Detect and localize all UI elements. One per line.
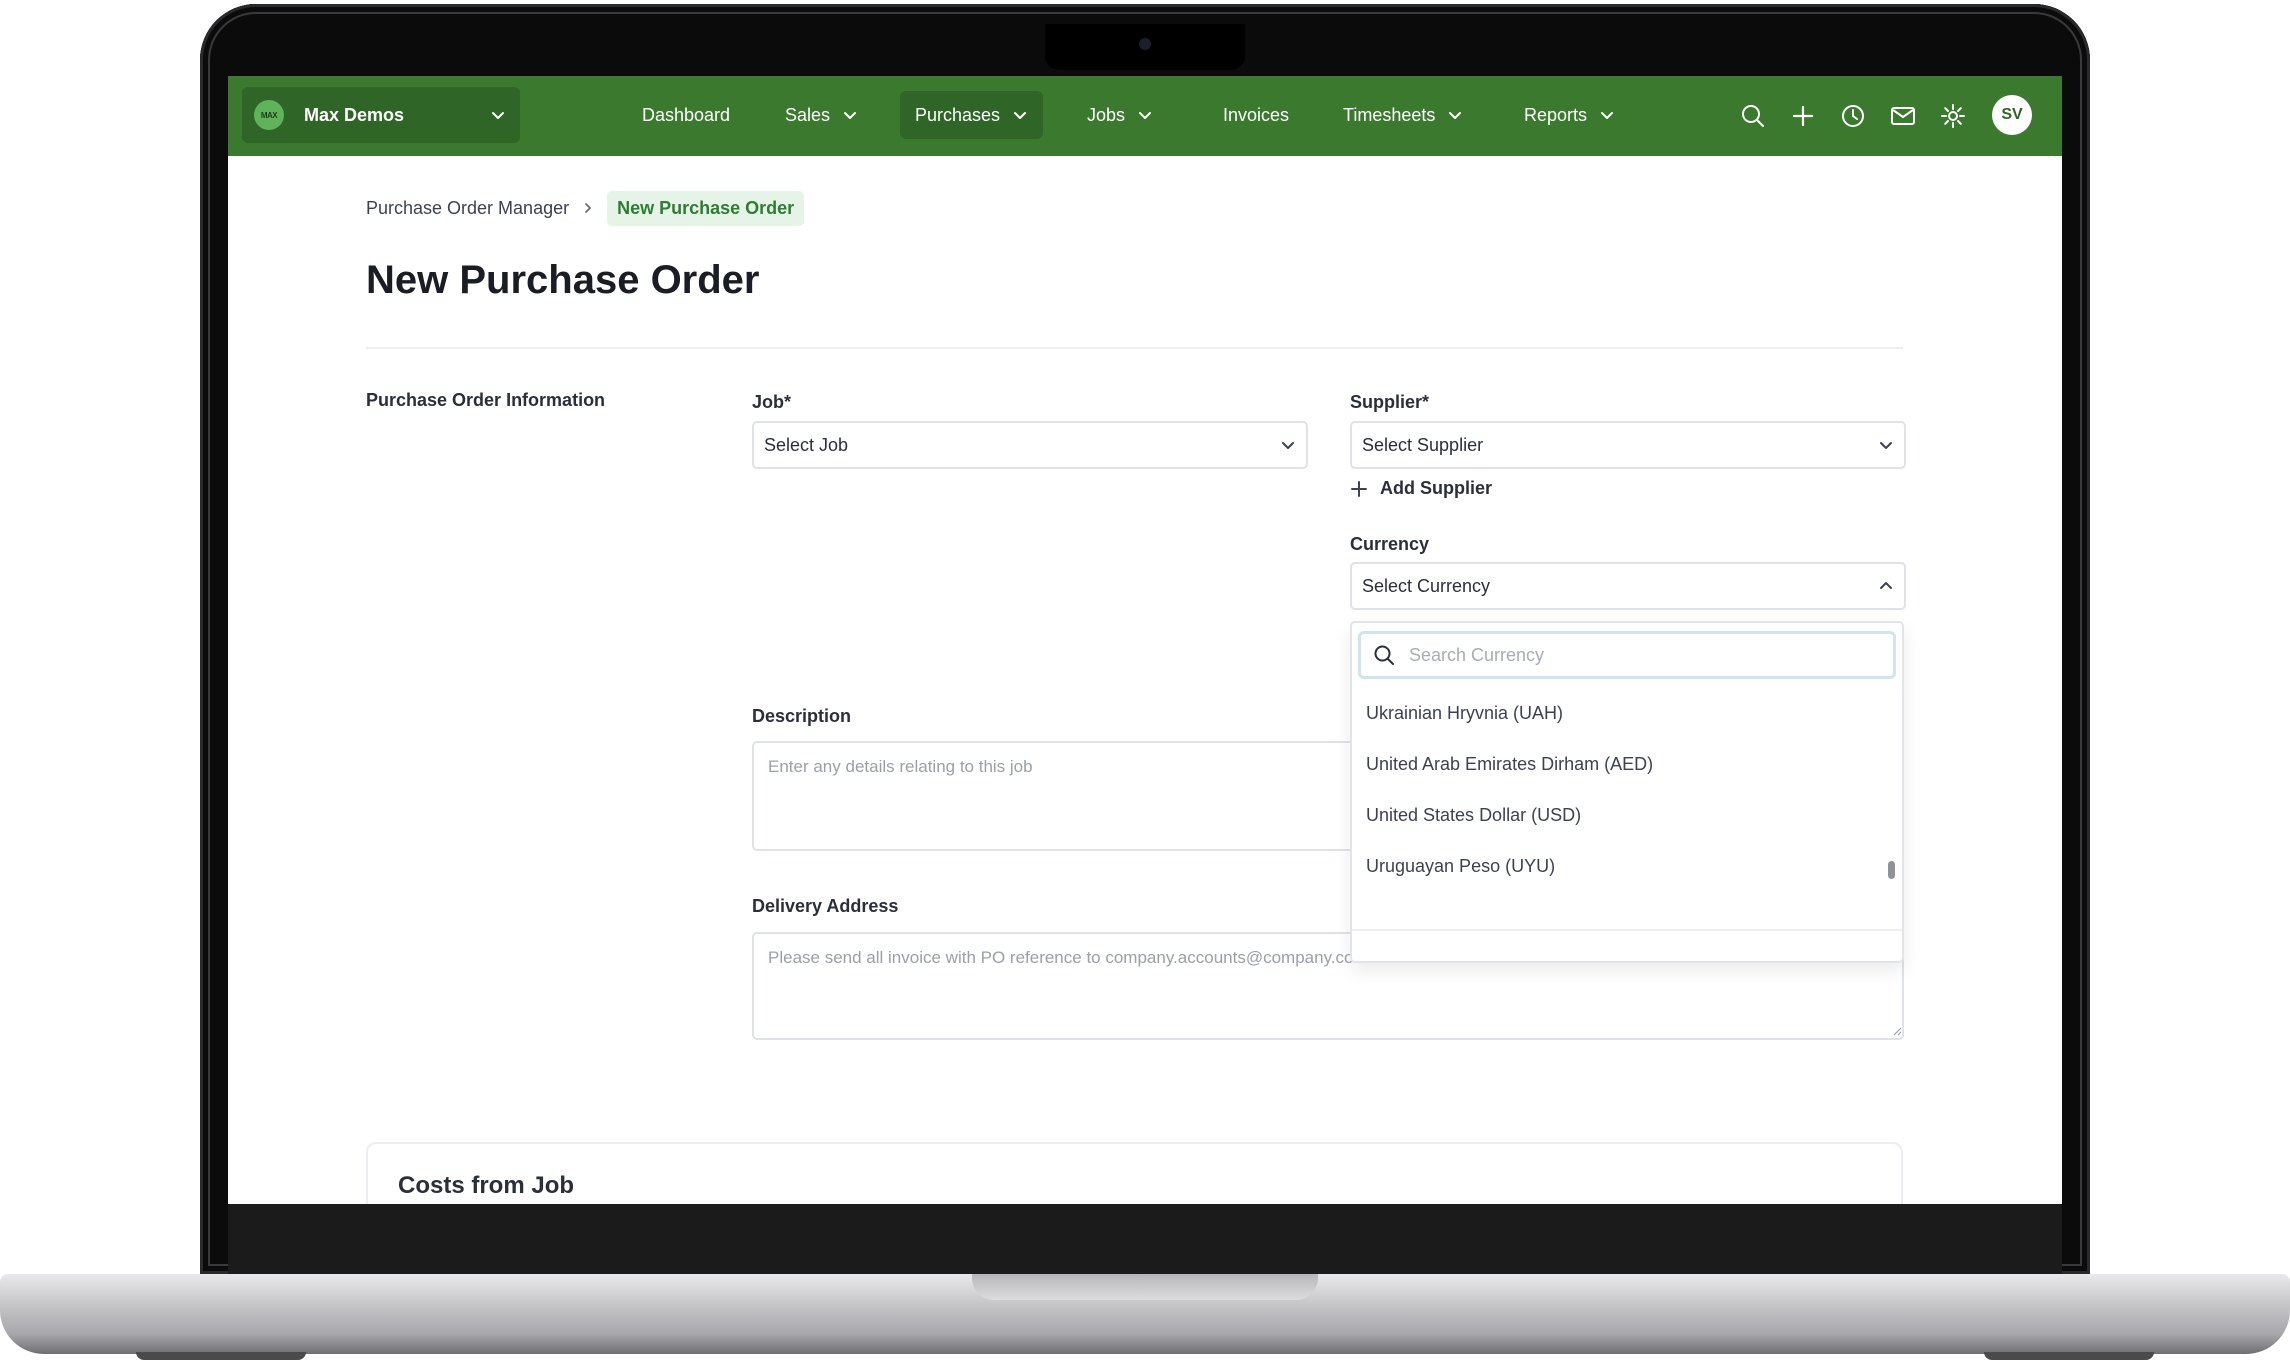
- laptop-bottom-bezel: [228, 1204, 2062, 1274]
- chevron-down-icon: [492, 112, 504, 119]
- plus-icon: [1351, 480, 1367, 497]
- supplier-select-value: Select Supplier: [1362, 434, 1484, 455]
- breadcrumb-parent-link[interactable]: Purchase Order Manager: [366, 198, 569, 219]
- description-label: Description: [752, 706, 852, 726]
- org-name: Max Demos: [304, 104, 405, 125]
- add-supplier-label: Add Supplier: [1380, 478, 1492, 498]
- chevron-down-icon: [1449, 112, 1462, 119]
- supplier-label: Supplier*: [1350, 392, 1430, 412]
- chevron-down-icon: [1601, 112, 1614, 119]
- chevron-down-icon: [844, 112, 857, 119]
- nav-jobs[interactable]: Jobs: [1072, 91, 1168, 139]
- nav-sales[interactable]: Sales: [770, 91, 873, 139]
- currency-dropdown: Ukrainian Hryvnia (UAH) United Arab Emir…: [1350, 621, 1904, 963]
- nav-invoices-label: Invoices: [1223, 104, 1290, 125]
- costs-card-title: Costs from Job: [398, 1172, 575, 1199]
- section-label: Purchase Order Information: [366, 390, 606, 410]
- nav-dashboard-label: Dashboard: [642, 104, 731, 125]
- resize-handle-icon[interactable]: [1892, 1026, 1902, 1036]
- currency-select[interactable]: Select Currency: [1350, 562, 1906, 610]
- top-navigation-bar: MAX Max Demos Dashboard Sales Purchases …: [228, 76, 2062, 156]
- nav-reports[interactable]: Reports: [1509, 91, 1630, 139]
- currency-search-input[interactable]: [1407, 643, 1893, 667]
- nav-timesheets[interactable]: Timesheets: [1328, 91, 1478, 139]
- user-avatar[interactable]: SV: [1992, 95, 2032, 135]
- laptop-base-groove: [972, 1274, 1318, 1300]
- currency-option[interactable]: United Arab Emirates Dirham (AED): [1366, 754, 1653, 775]
- page-title: New Purchase Order: [366, 258, 760, 302]
- currency-option[interactable]: United States Dollar (USD): [1366, 805, 1581, 826]
- breadcrumb-current: New Purchase Order: [607, 190, 805, 226]
- chevron-down-icon: [1282, 442, 1294, 449]
- add-supplier-button[interactable]: Add Supplier: [1350, 478, 1492, 499]
- chevron-down-icon: [1880, 442, 1892, 449]
- nav-purchases[interactable]: Purchases: [900, 91, 1044, 139]
- chevron-down-icon: [1139, 112, 1152, 119]
- breadcrumb: Purchase Order Manager New Purchase Orde…: [366, 190, 805, 226]
- job-label: Job*: [752, 392, 792, 412]
- app-screen: MAX Max Demos Dashboard Sales Purchases …: [228, 76, 2062, 1204]
- title-divider: [366, 347, 1903, 349]
- job-select[interactable]: Select Job: [752, 421, 1308, 469]
- supplier-select[interactable]: Select Supplier: [1350, 421, 1906, 469]
- mail-icon[interactable]: [1889, 102, 1917, 130]
- gear-icon[interactable]: [1939, 102, 1967, 130]
- currency-label: Currency: [1350, 534, 1430, 554]
- chevron-down-icon: [1014, 112, 1027, 119]
- org-logo: MAX: [254, 100, 284, 130]
- laptop-foot-right: [1984, 1352, 2154, 1360]
- delivery-address-label: Delivery Address: [752, 896, 899, 916]
- plus-icon[interactable]: [1789, 102, 1817, 130]
- nav-invoices[interactable]: Invoices: [1208, 91, 1304, 139]
- dropdown-scrollbar[interactable]: [1888, 861, 1895, 879]
- costs-from-job-card: Costs from Job: [366, 1142, 1903, 1204]
- chevron-up-icon: [1880, 582, 1892, 589]
- nav-jobs-label: Jobs: [1087, 104, 1126, 125]
- dropdown-divider: [1352, 929, 1902, 931]
- nav-timesheets-label: Timesheets: [1343, 104, 1436, 125]
- camera-icon: [1139, 38, 1151, 50]
- nav-sales-label: Sales: [785, 104, 831, 125]
- currency-option[interactable]: Ukrainian Hryvnia (UAH): [1366, 703, 1563, 724]
- nav-dashboard[interactable]: Dashboard: [627, 91, 745, 139]
- currency-search: [1358, 631, 1896, 679]
- org-switcher[interactable]: MAX Max Demos: [242, 87, 520, 143]
- currency-select-value: Select Currency: [1362, 575, 1491, 596]
- nav-reports-label: Reports: [1524, 104, 1588, 125]
- clock-icon[interactable]: [1839, 102, 1867, 130]
- laptop-foot-left: [136, 1352, 306, 1360]
- currency-option[interactable]: Uruguayan Peso (UYU): [1366, 856, 1555, 877]
- nav-purchases-label: Purchases: [915, 104, 1001, 125]
- search-icon[interactable]: [1739, 102, 1767, 130]
- job-select-value: Select Job: [764, 434, 849, 455]
- search-icon: [1374, 645, 1394, 665]
- chevron-right-icon: [585, 203, 592, 213]
